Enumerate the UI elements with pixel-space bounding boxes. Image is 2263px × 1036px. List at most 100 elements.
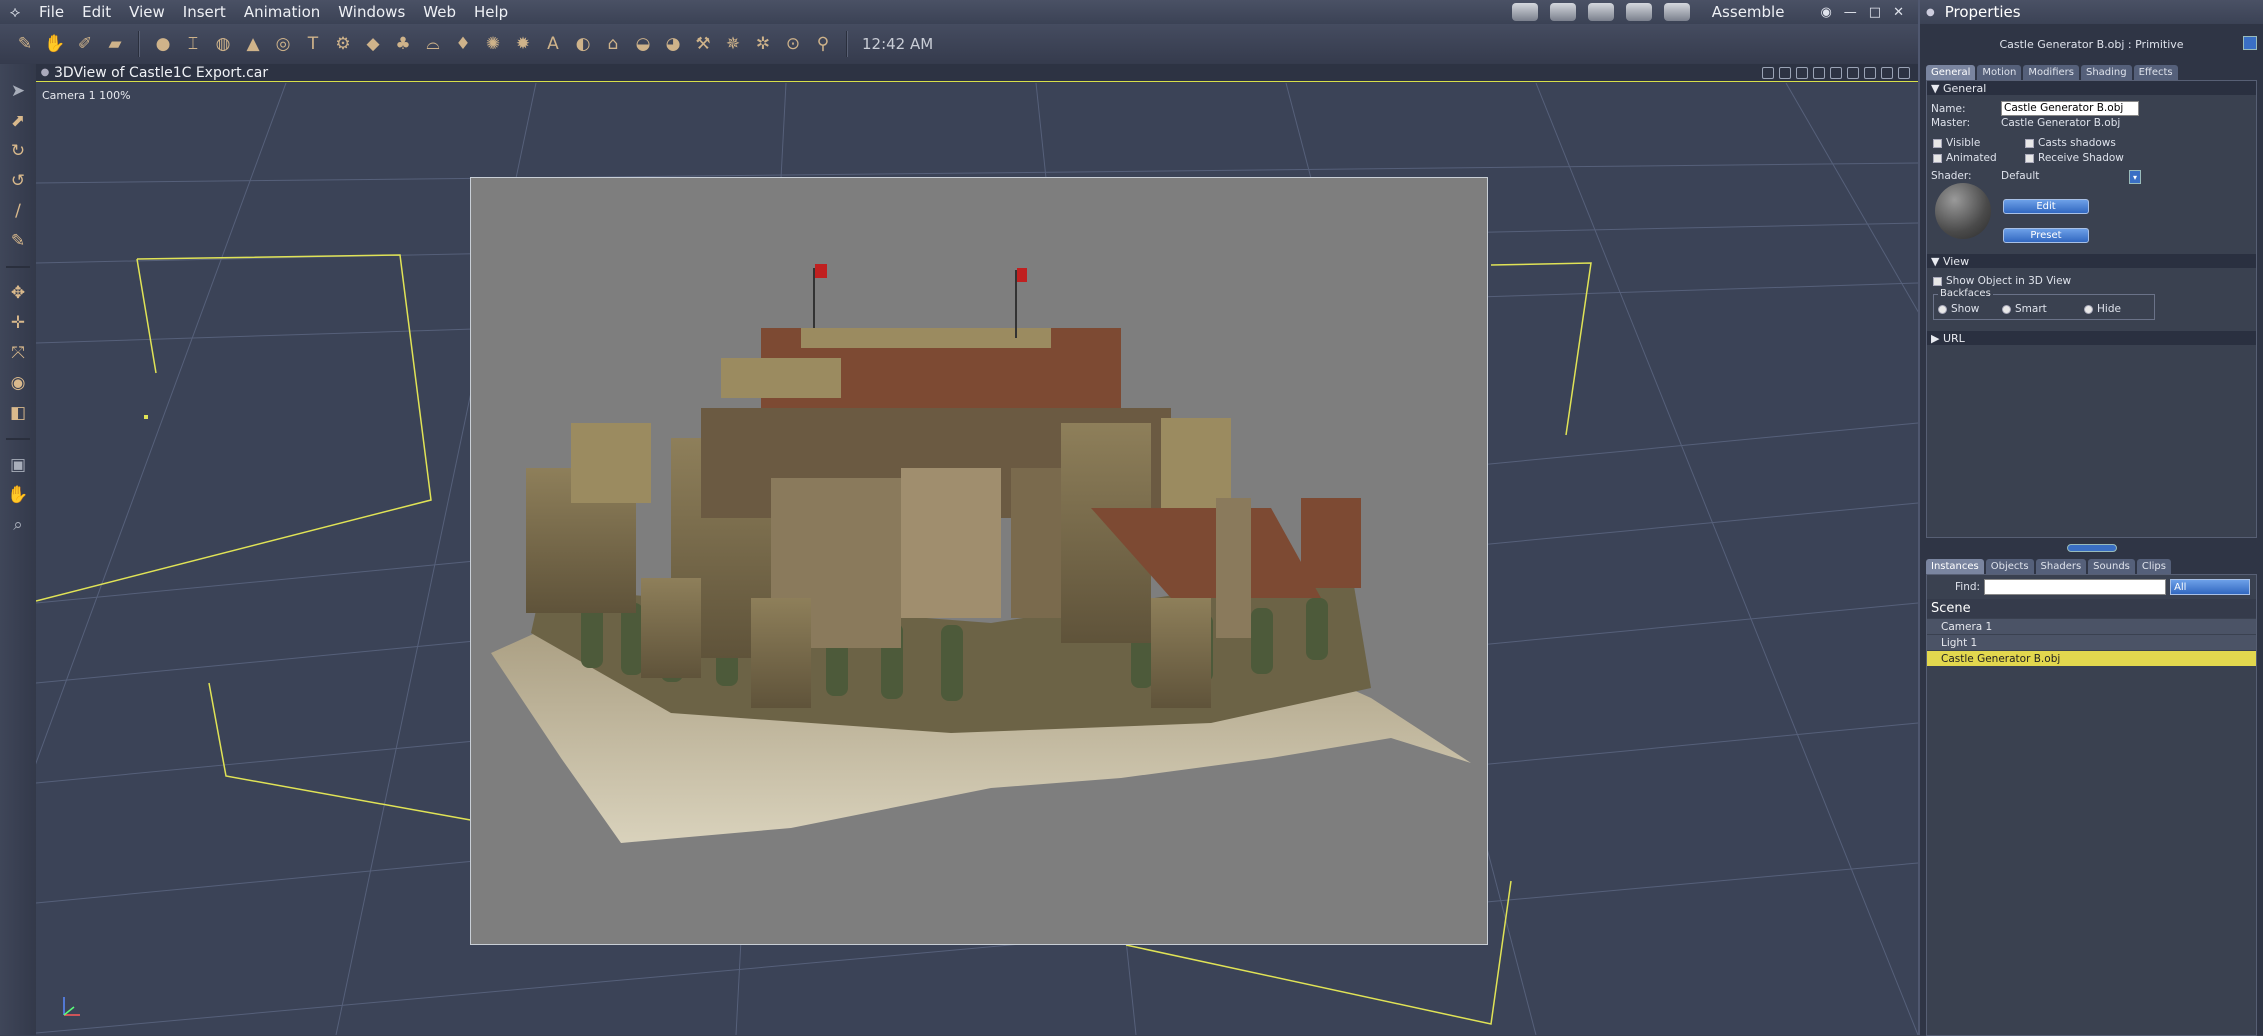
metaball-primitive-icon[interactable]: ✺ — [481, 32, 505, 56]
text-primitive-icon[interactable]: T — [301, 32, 325, 56]
tab-shaders[interactable]: Shaders — [2035, 559, 2087, 574]
backfaces-show-option[interactable]: Show — [1938, 303, 1979, 315]
shader-dropdown-icon[interactable]: ▾ — [2129, 170, 2141, 184]
general-section-header[interactable]: ▼ General — [1927, 81, 2256, 95]
find-input[interactable] — [1984, 579, 2167, 595]
preset-button[interactable]: Preset — [2003, 228, 2089, 243]
room-render-icon[interactable] — [1663, 3, 1690, 21]
pin-icon[interactable] — [2243, 36, 2257, 50]
view-mode-icon[interactable] — [1847, 66, 1859, 79]
tab-modifiers[interactable]: Modifiers — [2023, 65, 2079, 80]
twist-icon[interactable]: ↺ — [5, 168, 31, 194]
menu-web[interactable]: Web — [414, 3, 465, 21]
particle-primitive-icon[interactable]: ✲ — [751, 32, 775, 56]
filter-select[interactable]: All — [2170, 579, 2251, 595]
tab-instances[interactable]: Instances — [1926, 559, 1984, 574]
list-item[interactable]: Castle Generator B.obj — [1927, 651, 2256, 666]
backfaces-hide-radio[interactable] — [2084, 304, 2093, 314]
gear-primitive-icon[interactable]: ⚙ — [331, 32, 355, 56]
app-logo-icon[interactable]: ⟡ — [0, 2, 30, 22]
cone-primitive-icon[interactable]: ▲ — [241, 32, 265, 56]
backfaces-show-radio[interactable] — [1938, 304, 1947, 314]
menu-file[interactable]: File — [30, 3, 73, 21]
casts-shadows-row[interactable]: Casts shadows — [2025, 137, 2116, 149]
eraser-tool-icon[interactable]: ▰ — [103, 32, 127, 56]
rotate-icon[interactable]: ↻ — [5, 138, 31, 164]
camera-icon[interactable]: ▣ — [5, 452, 31, 478]
3d-viewport[interactable]: Camera 1 100% — [36, 83, 1918, 1035]
maximize-icon[interactable]: □ — [1869, 5, 1881, 20]
edit-button[interactable]: Edit — [2003, 199, 2089, 214]
view-section-header[interactable]: ▼ View — [1927, 254, 2256, 268]
tab-objects[interactable]: Objects — [1985, 559, 2034, 574]
room-pencil-icon[interactable] — [1625, 3, 1652, 21]
tab-general[interactable]: General — [1926, 65, 1976, 80]
close-icon[interactable]: ✕ — [1893, 5, 1904, 20]
tab-motion[interactable]: Motion — [1977, 65, 2022, 80]
target-primitive-icon[interactable]: ⊙ — [781, 32, 805, 56]
menu-insert[interactable]: Insert — [174, 3, 235, 21]
backfaces-smart-radio[interactable] — [2002, 304, 2011, 314]
room-brush-icon[interactable] — [1549, 3, 1576, 21]
scale-icon[interactable]: ⤧ — [5, 340, 31, 366]
receive-shadow-row[interactable]: Receive Shadow — [2025, 152, 2124, 164]
house-primitive-icon[interactable]: ⌂ — [601, 32, 625, 56]
panel-splitter[interactable] — [2066, 544, 2117, 552]
casts-shadows-checkbox[interactable] — [2025, 138, 2034, 148]
shape-icon[interactable]: ◧ — [5, 400, 31, 426]
knife-icon[interactable]: ∕ — [5, 198, 31, 224]
brush-tool-icon[interactable]: ✐ — [73, 32, 97, 56]
rock-primitive-icon[interactable]: ◕ — [661, 32, 685, 56]
mesh-primitive-icon[interactable]: ✹ — [511, 32, 535, 56]
tab-clips[interactable]: Clips — [2136, 559, 2171, 574]
minimize-icon[interactable]: — — [1844, 5, 1857, 20]
tab-sounds[interactable]: Sounds — [2088, 559, 2135, 574]
move-axis-icon[interactable]: ✛ — [5, 310, 31, 336]
view-render-icon[interactable] — [1881, 66, 1893, 79]
hammer-primitive-icon[interactable]: ⚒ — [691, 32, 715, 56]
name-field[interactable]: Castle Generator B.obj — [2001, 101, 2139, 116]
room-hand-icon[interactable] — [1511, 3, 1538, 21]
view-quad-icon[interactable] — [1813, 66, 1825, 79]
visible-checkbox-row[interactable]: Visible — [1933, 137, 1980, 149]
menu-animation[interactable]: Animation — [235, 3, 329, 21]
wrench-primitive-icon[interactable]: ⚲ — [811, 32, 835, 56]
menu-help[interactable]: Help — [465, 3, 517, 21]
shader-preview-sphere[interactable] — [1935, 183, 1991, 239]
animated-checkbox[interactable] — [1933, 153, 1942, 163]
globe-primitive-icon[interactable]: ◍ — [211, 32, 235, 56]
eye-icon[interactable]: ◉ — [1820, 5, 1831, 20]
view-split-h-icon[interactable] — [1779, 66, 1791, 79]
splash-primitive-icon[interactable]: ✵ — [721, 32, 745, 56]
sphere-primitive-icon[interactable]: ● — [151, 32, 175, 56]
move-icon[interactable]: ✥ — [5, 280, 31, 306]
paint-icon[interactable]: ✎ — [5, 228, 31, 254]
menu-windows[interactable]: Windows — [329, 3, 414, 21]
show-object-row[interactable]: Show Object in 3D View — [1933, 275, 2071, 287]
pen-tool-icon[interactable]: ✎ — [13, 32, 37, 56]
panel-menu-icon[interactable]: ● — [1926, 7, 1935, 18]
pan-hand-icon[interactable]: ✋ — [5, 482, 31, 508]
select-arrow-icon[interactable]: ➤ — [5, 78, 31, 104]
view-shade-icon[interactable] — [1864, 66, 1876, 79]
animated-row[interactable]: Animated — [1933, 152, 1997, 164]
menu-edit[interactable]: Edit — [73, 3, 120, 21]
torus-primitive-icon[interactable]: ◎ — [271, 32, 295, 56]
tree-primitive-icon[interactable]: ♣ — [391, 32, 415, 56]
show-object-checkbox[interactable] — [1933, 276, 1942, 286]
hand-tool-icon[interactable]: ✋ — [43, 32, 67, 56]
view-split-v-icon[interactable] — [1796, 66, 1808, 79]
view-single-icon[interactable] — [1762, 66, 1774, 79]
vase-primitive-icon[interactable]: ♦ — [451, 32, 475, 56]
cylinder-primitive-icon[interactable]: ⌶ — [181, 32, 205, 56]
agi-primitive-icon[interactable]: A — [541, 32, 565, 56]
url-section-header[interactable]: ▶ URL — [1927, 331, 2256, 345]
menu-view[interactable]: View — [120, 3, 174, 21]
plane-primitive-icon[interactable]: ◆ — [361, 32, 385, 56]
list-item[interactable]: Light 1 — [1927, 635, 2256, 650]
room-pen-icon[interactable] — [1587, 3, 1614, 21]
visible-checkbox[interactable] — [1933, 138, 1942, 148]
view-triple-icon[interactable] — [1830, 66, 1842, 79]
backfaces-hide-option[interactable]: Hide — [2084, 303, 2121, 315]
zoom-icon[interactable]: ⌕ — [5, 512, 31, 538]
